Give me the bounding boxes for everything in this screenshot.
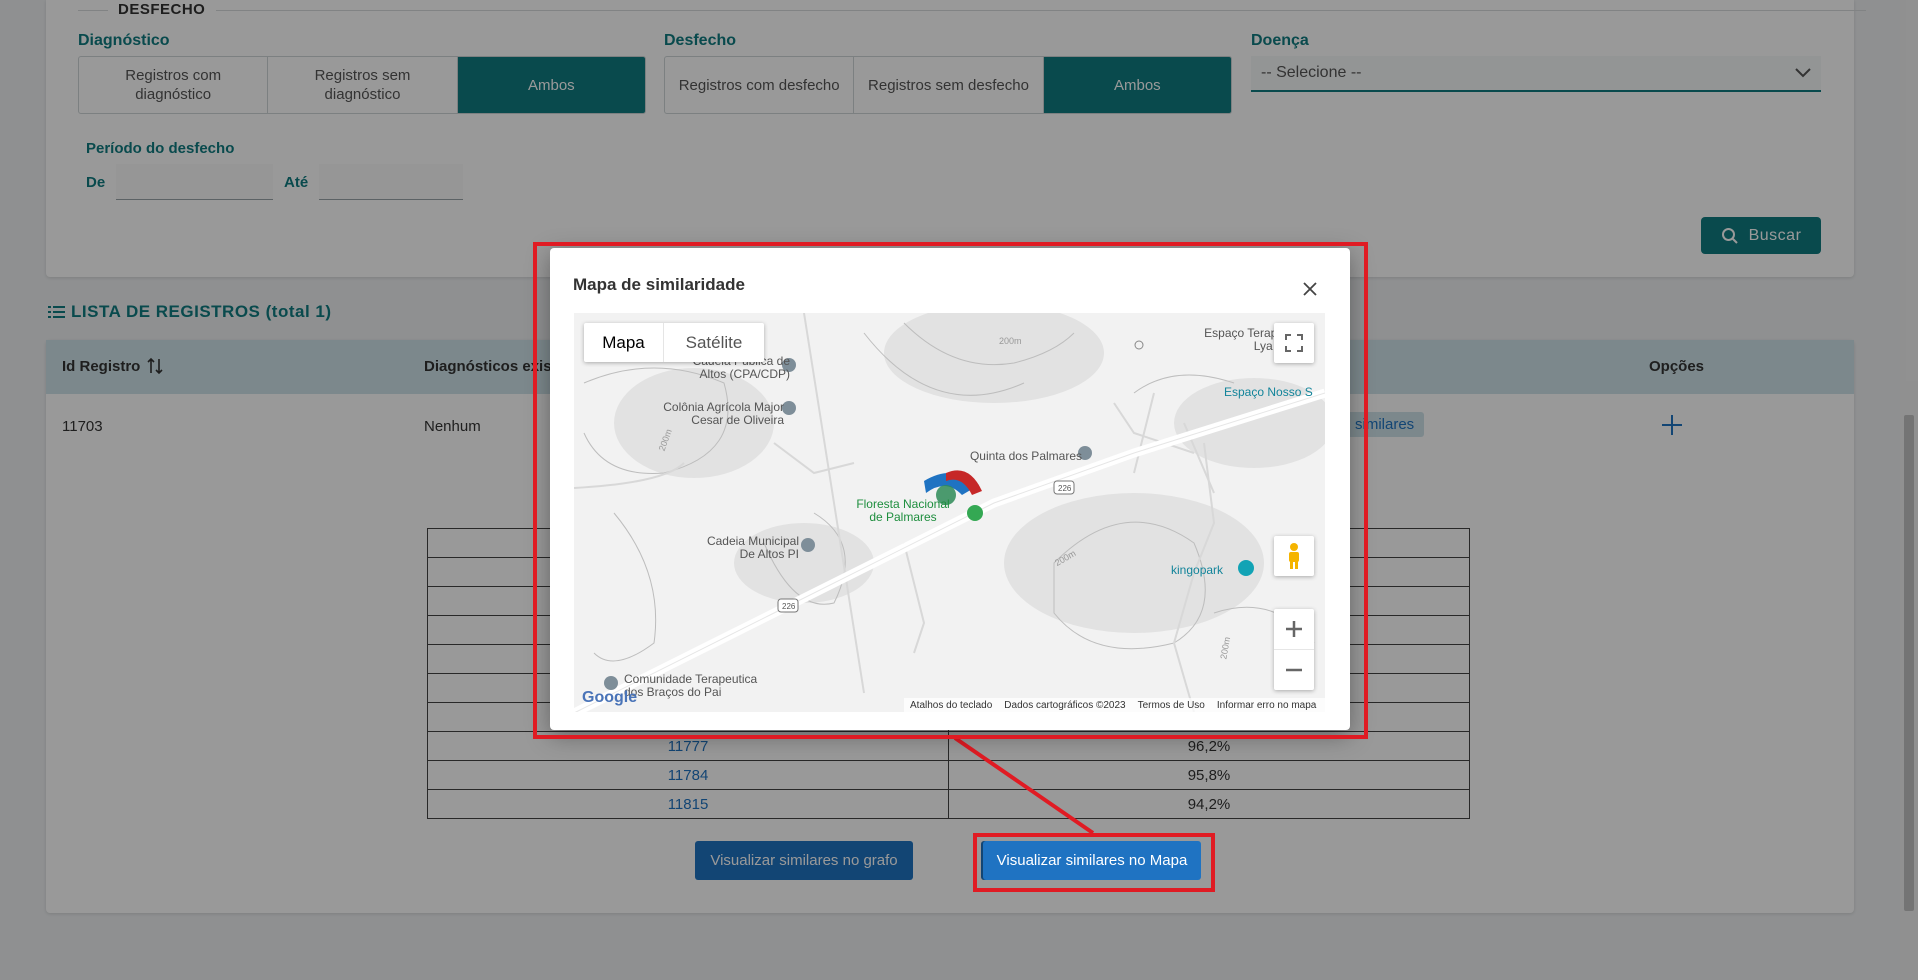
map-button-highlighted[interactable]: Visualizar similares no Mapa — [983, 841, 1201, 880]
highlight-modal — [533, 242, 1368, 739]
